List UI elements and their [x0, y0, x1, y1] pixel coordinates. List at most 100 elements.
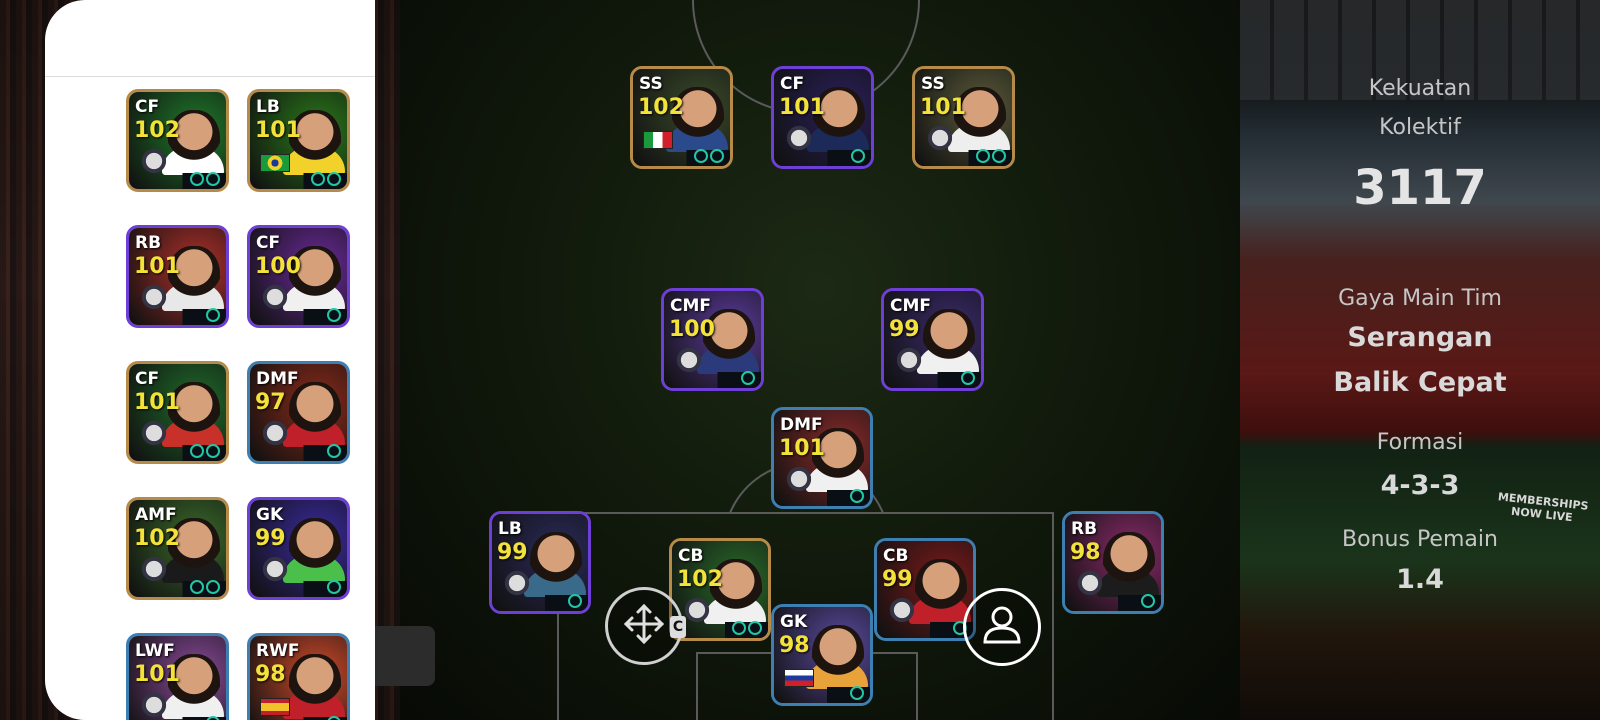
player-rating: 98 — [255, 662, 286, 687]
player-rating: 101 — [134, 662, 180, 687]
player-profile-button[interactable] — [963, 588, 1041, 666]
skill-indicator-bar — [250, 308, 347, 325]
person-icon — [979, 602, 1025, 652]
reserve-player-card[interactable]: AMF 102 — [126, 497, 229, 600]
player-rating: 100 — [255, 254, 301, 279]
reserve-player-card[interactable]: CF 101 — [126, 361, 229, 464]
player-portrait — [530, 532, 582, 594]
reserve-player-card[interactable]: LB 101 — [247, 89, 350, 192]
bayern-crest-icon — [260, 556, 290, 582]
sidebar-handle-tab[interactable] — [375, 626, 435, 686]
player-portrait — [915, 559, 967, 621]
skill-indicator-bar — [884, 371, 981, 388]
skill-indicator-bar — [492, 594, 588, 611]
pitch-player-card[interactable]: SS 102 — [630, 66, 733, 169]
reserve-player-card[interactable]: DMF 97 — [247, 361, 350, 464]
real-madrid-crest-icon — [139, 692, 169, 718]
player-portrait — [1103, 532, 1155, 594]
player-position: DMF — [256, 369, 299, 389]
skill-indicator-bar — [250, 580, 347, 597]
player-rating: 99 — [255, 526, 286, 551]
reserve-player-card[interactable]: RB 101 — [126, 225, 229, 328]
player-rating: 102 — [638, 95, 684, 120]
inter-miami-crest-icon — [502, 570, 532, 596]
pitch-player-card[interactable]: CMF 99 — [881, 288, 984, 391]
skill-indicator-bar — [774, 489, 870, 506]
player-position: CMF — [670, 296, 712, 316]
barcelona-crest-icon — [674, 347, 704, 373]
reserve-player-card[interactable]: GK 99 — [247, 497, 350, 600]
real-madrid-crest-icon — [784, 466, 814, 492]
arsenal-crest-icon — [139, 284, 169, 310]
player-rating: 101 — [134, 254, 180, 279]
player-portrait — [812, 625, 864, 687]
skill-indicator-bar — [129, 308, 226, 325]
player-position: LB — [498, 519, 522, 539]
player-position: RB — [135, 233, 162, 253]
pitch-player-card[interactable]: CF 101 — [771, 66, 874, 169]
player-position: CF — [135, 369, 160, 389]
skill-indicator-bar — [633, 149, 730, 166]
skill-indicator-bar — [774, 149, 871, 166]
skill-indicator-bar — [250, 172, 347, 189]
strength-label-line2: Kolektif — [1379, 115, 1461, 140]
pitch-player-card[interactable]: GK 98 — [771, 604, 873, 706]
galatasaray-crest-icon — [139, 420, 169, 446]
player-position: SS — [639, 74, 663, 94]
player-rating: 101 — [779, 95, 825, 120]
player-rating: 101 — [255, 118, 301, 143]
real-madrid-crest-icon — [894, 347, 924, 373]
pitch-player-card[interactable]: CB 99 — [874, 538, 976, 641]
real-oviedo-crest-icon — [139, 148, 169, 174]
player-position: LWF — [135, 641, 175, 661]
skill-indicator-bar — [129, 172, 226, 189]
player-position: CF — [256, 233, 281, 253]
player-rating: 98 — [779, 633, 810, 658]
reserve-player-card[interactable]: RWF 98 — [247, 633, 350, 720]
reserve-player-card[interactable]: LWF 101 — [126, 633, 229, 720]
player-position: DMF — [780, 415, 823, 435]
pitch-player-card[interactable]: DMF 101 — [771, 407, 873, 509]
c-key-hint: C — [670, 616, 686, 638]
real-madrid-crest-icon — [260, 284, 290, 310]
bonus-label: Bonus Pemain — [1342, 527, 1498, 552]
arsenal-crest-icon — [682, 597, 712, 623]
player-portrait — [923, 309, 975, 371]
reserve-player-card[interactable]: CF 102 — [126, 89, 229, 192]
playstyle-label: Gaya Main Tim — [1338, 286, 1502, 311]
skill-indicator-bar — [664, 371, 761, 388]
player-position: RB — [1071, 519, 1098, 539]
pitch-player-card[interactable]: CMF 100 — [661, 288, 764, 391]
player-portrait — [289, 518, 341, 580]
reserve-player-card[interactable]: CF 100 — [247, 225, 350, 328]
sidebar-divider — [45, 76, 375, 77]
slovenia-flag-icon — [784, 669, 814, 687]
player-position: SS — [921, 74, 945, 94]
skill-indicator-bar — [672, 621, 768, 638]
player-rating: 99 — [882, 567, 913, 592]
player-rating: 102 — [134, 118, 180, 143]
skill-indicator-bar — [250, 444, 347, 461]
player-portrait — [289, 382, 341, 444]
player-rating: 102 — [134, 526, 180, 551]
player-rating: 101 — [134, 390, 180, 415]
playstyle-line2: Balik Cepat — [1333, 367, 1507, 398]
pitch-player-card[interactable]: LB 99 — [489, 511, 591, 614]
strength-value: 3117 — [1353, 160, 1487, 216]
player-position: AMF — [135, 505, 177, 525]
player-position: CB — [883, 546, 909, 566]
pitch-player-card[interactable]: SS 101 — [912, 66, 1015, 169]
player-position: GK — [780, 612, 808, 632]
player-rating: 99 — [497, 540, 528, 565]
player-position: CF — [780, 74, 805, 94]
player-position: CMF — [890, 296, 932, 316]
skill-indicator-bar — [129, 580, 226, 597]
skill-indicator-bar — [774, 686, 870, 703]
player-position: CF — [135, 97, 160, 117]
move-arrows-icon — [622, 602, 666, 650]
pitch-player-card[interactable]: RB 98 — [1062, 511, 1164, 614]
team-stats-panel: Kekuatan Kolektif 3117 Gaya Main Tim Ser… — [1240, 0, 1600, 720]
player-position: RWF — [256, 641, 300, 661]
player-rating: 99 — [889, 317, 920, 342]
man-united-crest-icon — [887, 597, 917, 623]
